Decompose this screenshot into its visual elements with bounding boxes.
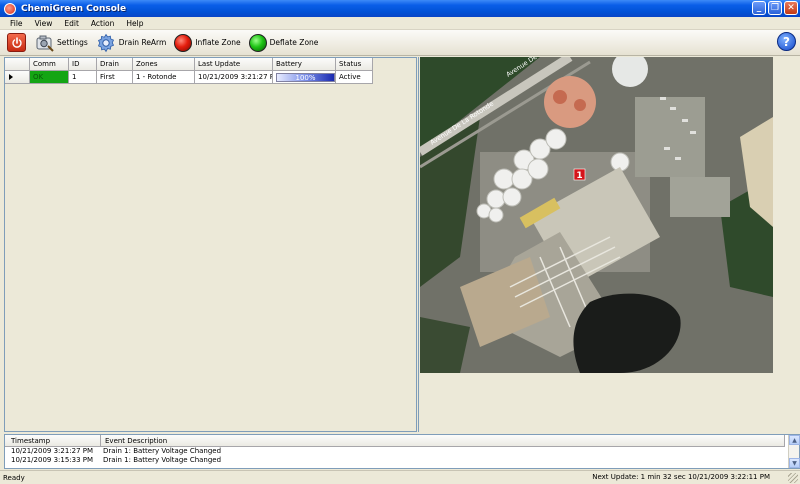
- grid-corner: [5, 58, 30, 71]
- gear-icon: [96, 33, 116, 53]
- deflate-zone-label: Deflate Zone: [269, 38, 319, 47]
- menu-help[interactable]: Help: [120, 19, 149, 28]
- menu-view[interactable]: View: [29, 19, 59, 28]
- event-scrollbar[interactable]: ▲ ▼: [788, 435, 800, 468]
- battery-value: 100%: [295, 73, 316, 82]
- row-selector[interactable]: [5, 71, 30, 84]
- satellite-map[interactable]: 1 Avenue De La Rotonde Avenue De: [420, 57, 773, 373]
- col-header-comm[interactable]: Comm: [30, 58, 69, 71]
- status-bar: Ready Next Update: 1 min 32 sec 10/21/20…: [0, 470, 800, 484]
- scroll-up-icon[interactable]: ▲: [789, 435, 800, 445]
- event-description: Drain 1: Battery Voltage Changed: [103, 447, 222, 455]
- inflate-zone-button[interactable]: Inflate Zone: [171, 32, 243, 54]
- settings-icon: [34, 34, 54, 52]
- red-ball-icon: [174, 33, 193, 52]
- cell-status[interactable]: Active: [336, 71, 373, 84]
- menu-edit[interactable]: Edit: [58, 19, 85, 28]
- status-text: Ready: [3, 473, 25, 482]
- menu-action[interactable]: Action: [85, 19, 121, 28]
- col-header-event-description[interactable]: Event Description: [101, 435, 785, 447]
- cell-drain[interactable]: First: [97, 71, 133, 84]
- col-header-battery[interactable]: Battery: [273, 58, 336, 71]
- toolbar: Settings Drain ReArm Inflate Zone Deflat…: [0, 30, 800, 56]
- map-panel: 1 Avenue De La Rotonde Avenue De: [418, 57, 800, 432]
- cell-last-update[interactable]: 10/21/2009 3:21:27 PM: [195, 71, 273, 84]
- cell-zones[interactable]: 1 - Rotonde: [133, 71, 195, 84]
- power-icon: [7, 33, 26, 52]
- drain-grid: Comm ID Drain Zones Last Update Battery …: [5, 58, 373, 84]
- table-row[interactable]: OK 1 First 1 - Rotonde 10/21/2009 3:21:2…: [5, 71, 373, 84]
- battery-bar: 100%: [276, 72, 335, 82]
- drain-grid-panel: Comm ID Drain Zones Last Update Battery …: [4, 57, 417, 432]
- minimize-button[interactable]: _: [752, 1, 766, 15]
- col-header-id[interactable]: ID: [69, 58, 97, 71]
- cell-battery[interactable]: 100%: [273, 71, 336, 84]
- col-header-status[interactable]: Status: [336, 58, 373, 71]
- col-header-last-update[interactable]: Last Update: [195, 58, 273, 71]
- row-arrow-icon: [9, 74, 13, 80]
- drain-rearm-button[interactable]: Drain ReArm: [93, 32, 170, 54]
- app-icon: [4, 2, 16, 15]
- inflate-zone-label: Inflate Zone: [195, 38, 241, 47]
- event-description: Drain 1: Battery Voltage Changed: [103, 456, 222, 464]
- power-button[interactable]: [4, 32, 29, 54]
- event-header-row: Timestamp Event Description: [5, 435, 799, 447]
- col-header-timestamp[interactable]: Timestamp: [5, 435, 101, 447]
- menu-bar: File View Edit Action Help: [0, 17, 800, 30]
- green-ball-icon: [248, 33, 267, 52]
- event-timestamp: 10/21/2009 3:15:33 PM: [11, 456, 94, 464]
- close-button[interactable]: ✕: [784, 1, 798, 15]
- help-icon[interactable]: ?: [777, 32, 796, 51]
- deflate-zone-button[interactable]: Deflate Zone: [246, 32, 322, 54]
- event-log: Timestamp Event Description 10/21/2009 3…: [4, 434, 800, 469]
- scroll-down-icon[interactable]: ▼: [789, 458, 800, 468]
- settings-button[interactable]: Settings: [31, 32, 91, 54]
- next-update-text: Next Update: 1 min 32 sec 10/21/2009 3:2…: [592, 473, 770, 481]
- menu-file[interactable]: File: [4, 19, 29, 28]
- map-marker-label[interactable]: 1: [576, 171, 582, 181]
- drain-rearm-label: Drain ReArm: [118, 38, 167, 47]
- grid-header-row: Comm ID Drain Zones Last Update Battery …: [5, 58, 373, 71]
- col-header-drain[interactable]: Drain: [97, 58, 133, 71]
- restore-button[interactable]: ❐: [768, 1, 782, 15]
- window-title: ChemiGreen Console: [21, 3, 127, 14]
- title-bar: ChemiGreen Console _ ❐ ✕: [0, 0, 800, 17]
- list-item[interactable]: 10/21/2009 3:15:33 PM Drain 1: Battery V…: [5, 456, 799, 465]
- cell-id[interactable]: 1: [69, 71, 97, 84]
- col-header-zones[interactable]: Zones: [133, 58, 195, 71]
- resize-grip-icon[interactable]: [788, 473, 798, 483]
- cell-comm[interactable]: OK: [30, 71, 69, 84]
- window-controls: _ ❐ ✕: [752, 1, 798, 15]
- list-item[interactable]: 10/21/2009 3:21:27 PM Drain 1: Battery V…: [5, 447, 799, 456]
- event-timestamp: 10/21/2009 3:21:27 PM: [11, 447, 94, 455]
- settings-label: Settings: [57, 38, 88, 47]
